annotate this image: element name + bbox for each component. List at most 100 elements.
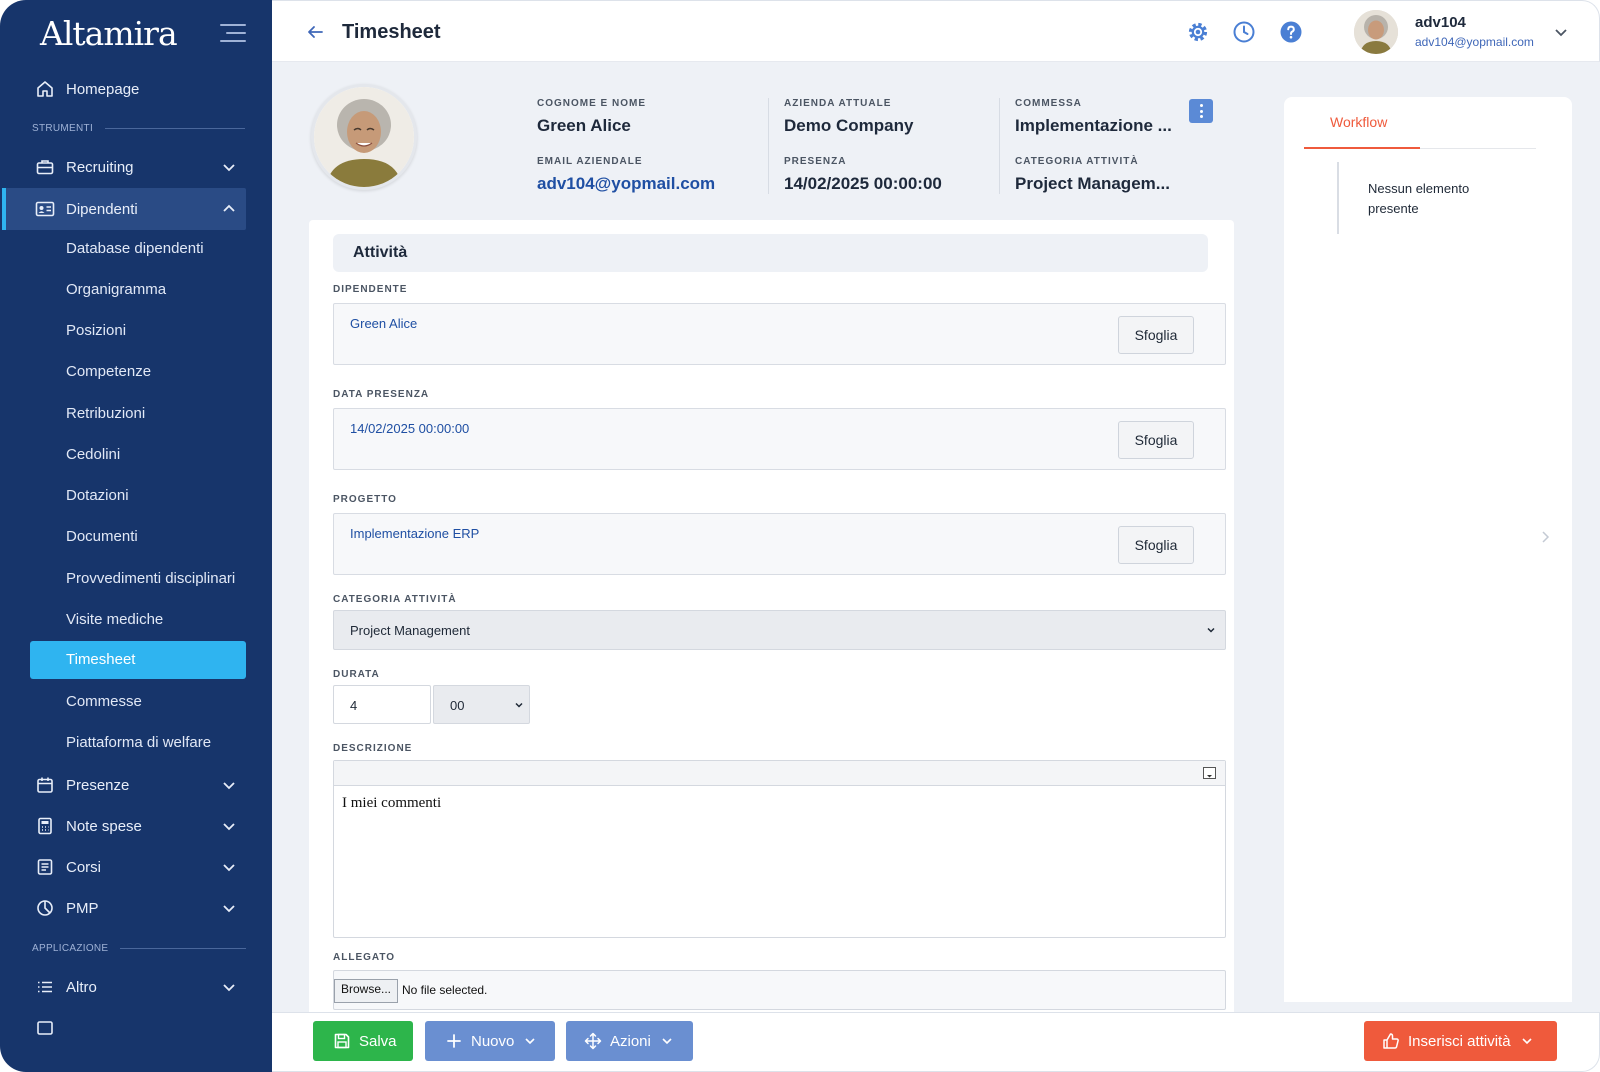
sidebar-item-label: Presenze — [66, 776, 130, 794]
chevron-right-icon[interactable] — [1540, 530, 1550, 544]
new-button[interactable]: Nuovo — [425, 1021, 555, 1061]
date-lookup-value: 14/02/2025 00:00:00 — [350, 421, 470, 436]
tab-active-indicator — [1304, 147, 1420, 149]
menu-toggle-icon[interactable] — [220, 24, 246, 42]
sidebar-item-recruiting[interactable]: Recruiting — [0, 147, 272, 187]
info-divider — [768, 98, 769, 194]
main-content: COGNOME E NOME Green Alice EMAIL AZIENDA… — [272, 62, 1600, 1020]
app-logo: Altamira — [40, 14, 178, 53]
chevron-down-icon — [662, 1038, 672, 1045]
section-label-tools: STRUMENTI — [32, 123, 246, 134]
toolbar-toggle-icon[interactable] — [1203, 767, 1216, 779]
activity-form-card: Attività DIPENDENTE Green Alice Sfoglia … — [309, 220, 1234, 1020]
save-button[interactable]: Salva — [313, 1021, 413, 1061]
employee-lookup[interactable]: Green Alice Sfoglia — [333, 303, 1226, 365]
attachment-field-label: ALLEGATO — [333, 952, 396, 963]
file-browse-button[interactable]: Browse... — [334, 979, 398, 1003]
document-list-icon — [35, 857, 55, 877]
project-browse-button[interactable]: Sfoglia — [1118, 526, 1194, 564]
sidebar-item-dipendenti[interactable]: Dipendenti — [2, 188, 246, 230]
employee-email-link[interactable]: adv104@yopmail.com — [537, 174, 715, 194]
presence-value: 14/02/2025 00:00:00 — [784, 174, 942, 193]
user-avatar[interactable] — [1354, 10, 1398, 54]
sidebar-subitem-welfare[interactable]: Piattaforma di welfare — [66, 734, 211, 751]
section-label-app: APPLICAZIONE — [32, 943, 247, 954]
workflow-empty-message: Nessun elemento presente — [1368, 181, 1470, 216]
editor-toolbar — [334, 761, 1225, 786]
insert-activity-button[interactable]: Inserisci attività — [1364, 1021, 1557, 1061]
name-label: COGNOME E NOME — [537, 98, 647, 109]
email-label: EMAIL AZIENDALE — [537, 156, 643, 167]
save-icon — [334, 1033, 350, 1049]
sidebar-item-altro[interactable]: Altro — [0, 967, 272, 1007]
thumbs-up-icon — [1383, 1033, 1399, 1049]
plus-icon — [447, 1034, 461, 1048]
more-options-icon[interactable] — [1189, 99, 1213, 123]
project-lookup[interactable]: Implementazione ERP Sfoglia — [333, 513, 1226, 575]
sidebar-subitem-documenti[interactable]: Documenti — [66, 528, 138, 545]
chevron-down-icon — [223, 864, 235, 872]
id-card-icon — [35, 199, 55, 219]
sidebar-subitem-retribuzioni[interactable]: Retribuzioni — [66, 405, 145, 422]
category-select[interactable]: Project Management — [333, 610, 1226, 650]
sidebar-item-corsi[interactable]: Corsi — [0, 847, 272, 887]
company-label: AZIENDA ATTUALE — [784, 98, 892, 109]
home-icon — [35, 79, 55, 99]
project-field-label: PROGETTO — [333, 494, 397, 505]
project-lookup-value: Implementazione ERP — [350, 526, 480, 541]
sidebar-subitem-visite[interactable]: Visite mediche — [66, 611, 163, 628]
chevron-down-icon — [1521, 1038, 1532, 1045]
sidebar-item-label: Dipendenti — [66, 200, 138, 218]
sidebar-subitem-cedolini[interactable]: Cedolini — [66, 446, 120, 463]
workflow-panel: Workflow Nessun elemento presente — [1284, 97, 1572, 1002]
sidebar-subitem-posizioni[interactable]: Posizioni — [66, 322, 126, 339]
employee-browse-button[interactable]: Sfoglia — [1118, 316, 1194, 354]
file-status: No file selected. — [402, 983, 488, 997]
date-browse-button[interactable]: Sfoglia — [1118, 421, 1194, 459]
description-editor[interactable]: I miei commenti — [333, 760, 1226, 938]
move-icon — [584, 1032, 602, 1050]
sidebar-subitem-timesheet[interactable]: Timesheet — [30, 641, 246, 679]
duration-field-label: DURATA — [333, 669, 380, 680]
sidebar-item-pmp[interactable]: PMP — [0, 888, 272, 928]
date-lookup[interactable]: 14/02/2025 00:00:00 Sfoglia — [333, 408, 1226, 470]
back-arrow-icon[interactable] — [306, 23, 324, 41]
page-title: Timesheet — [342, 21, 441, 43]
duration-hours-input[interactable]: 4 — [333, 685, 431, 724]
actions-button[interactable]: Azioni — [566, 1021, 693, 1061]
info-divider — [999, 98, 1000, 194]
chevron-down-icon[interactable] — [1554, 25, 1568, 39]
calendar-icon — [35, 775, 55, 795]
sidebar-item-note-spese[interactable]: Note spese — [0, 806, 272, 846]
attachment-input[interactable]: Browse... No file selected. — [333, 970, 1226, 1010]
sidebar-subitem-database[interactable]: Database dipendenti — [66, 240, 204, 257]
employee-lookup-value: Green Alice — [350, 316, 418, 331]
sidebar-subitem-organigramma[interactable]: Organigramma — [66, 281, 166, 298]
user-name: adv104 — [1415, 14, 1466, 31]
section-header: Attività — [333, 234, 1208, 272]
sidebar-item-label: Homepage — [66, 80, 140, 98]
chevron-down-icon — [223, 984, 235, 992]
gear-icon[interactable] — [1186, 20, 1210, 44]
tab-workflow[interactable]: Workflow — [1330, 114, 1387, 130]
sidebar-subitem-provvedimenti[interactable]: Provvedimenti disciplinari — [66, 570, 235, 587]
clock-icon[interactable] — [1232, 20, 1256, 44]
user-email: adv104@yopmail.com — [1415, 35, 1534, 49]
help-icon[interactable] — [1279, 20, 1303, 44]
sidebar-item-homepage[interactable]: Homepage — [0, 69, 272, 109]
chevron-down-icon — [223, 823, 235, 831]
sidebar-item-label: PMP — [66, 899, 99, 917]
duration-minutes-select[interactable]: 00 — [433, 685, 530, 724]
order-value: Implementazione ... — [1015, 116, 1172, 135]
sidebar-item-label: Corsi — [66, 858, 102, 876]
company-value: Demo Company — [784, 116, 914, 135]
chevron-up-icon — [223, 204, 235, 212]
timeline-line — [1337, 162, 1339, 234]
sidebar-subitem-competenze[interactable]: Competenze — [66, 363, 151, 380]
sidebar-subitem-dotazioni[interactable]: Dotazioni — [66, 487, 129, 504]
sidebar-subitem-commesse[interactable]: Commesse — [66, 693, 142, 710]
sidebar-item-presenze[interactable]: Presenze — [0, 765, 272, 805]
order-label: COMMESSA — [1015, 98, 1082, 109]
category-field-label: CATEGORIA ATTIVITÀ — [333, 594, 457, 605]
sidebar-item-more[interactable] — [0, 1008, 272, 1048]
